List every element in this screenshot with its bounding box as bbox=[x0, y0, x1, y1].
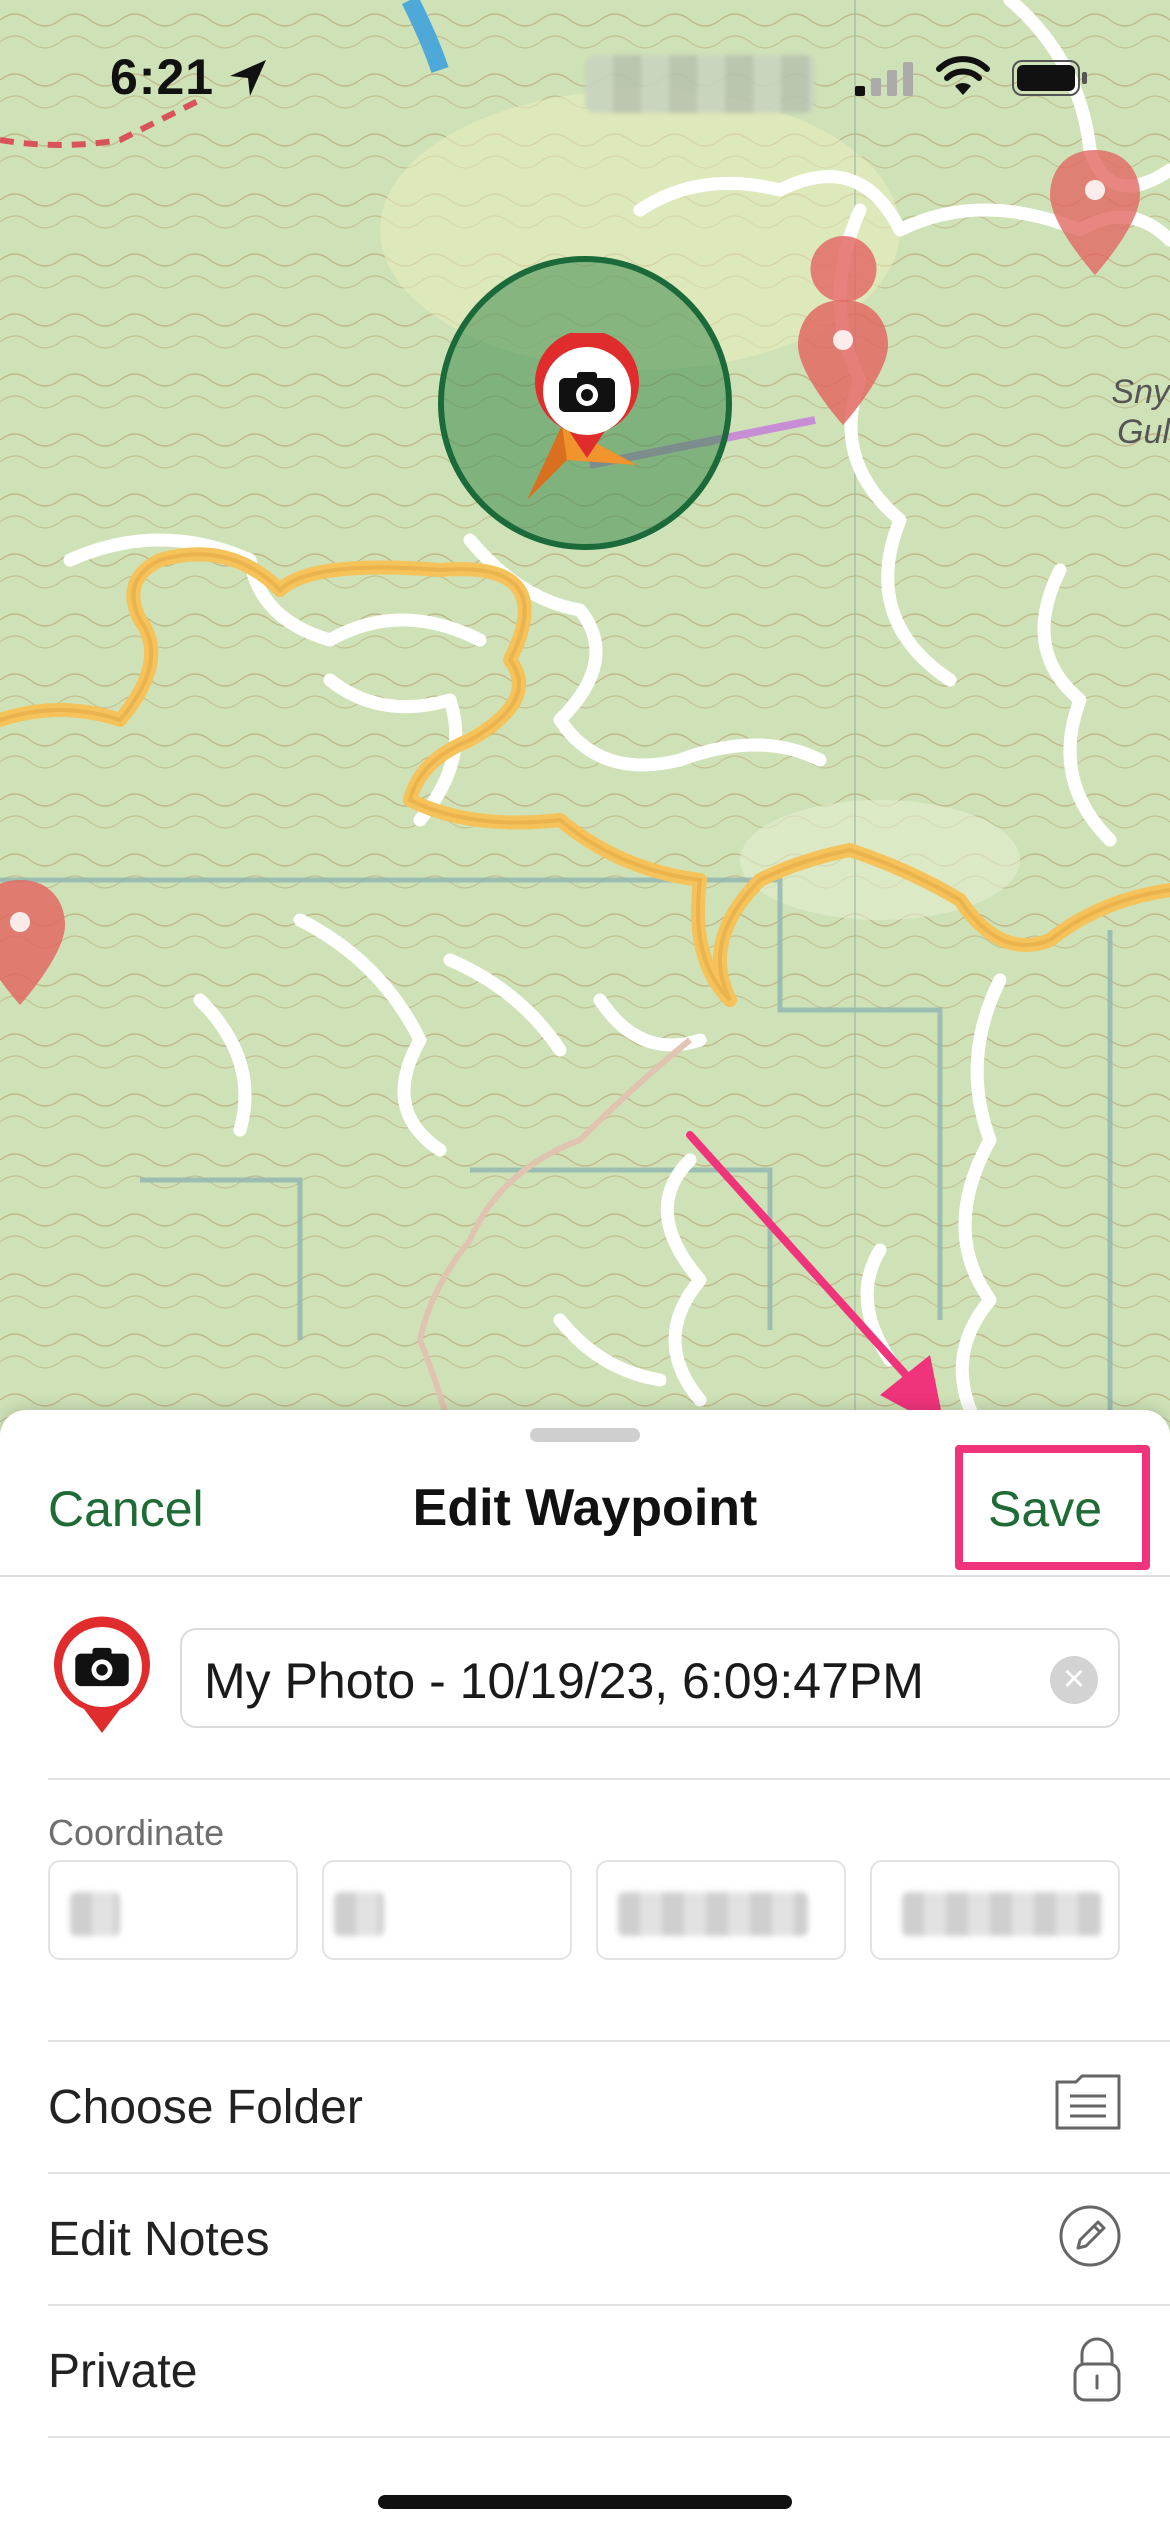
row-label: Edit Notes bbox=[48, 2213, 270, 2266]
coordinate-field[interactable] bbox=[48, 1860, 298, 1960]
coordinate-blurred-value bbox=[902, 1892, 1102, 1936]
topo-map bbox=[0, 0, 1170, 1430]
map-label-line: Gul bbox=[1117, 413, 1170, 451]
cancel-button[interactable]: Cancel bbox=[48, 1480, 204, 1538]
waypoint-name-input[interactable]: My Photo - 10/19/23, 6:09:47PM × bbox=[180, 1628, 1120, 1728]
signal-icon bbox=[855, 62, 913, 96]
lock-icon bbox=[1073, 2337, 1121, 2402]
folder-icon bbox=[1055, 2074, 1121, 2130]
coordinate-label: Coordinate bbox=[48, 1812, 225, 1853]
waypoint-name-value: My Photo - 10/19/23, 6:09:47PM bbox=[204, 1653, 924, 1709]
battery-icon bbox=[1012, 60, 1087, 96]
map-photo-waypoint[interactable] bbox=[527, 333, 647, 463]
carrier-blurred bbox=[585, 55, 815, 113]
pencil-icon bbox=[1059, 2205, 1121, 2267]
row-label: Choose Folder bbox=[48, 2081, 363, 2134]
row-divider bbox=[48, 2436, 1170, 2438]
edit-notes-row[interactable]: Edit Notes bbox=[48, 2174, 1122, 2302]
nav-divider bbox=[0, 1575, 1170, 1577]
section-divider bbox=[48, 1778, 1170, 1780]
map-view[interactable]: Sny Gul bbox=[0, 0, 1170, 1430]
location-arrow-icon bbox=[230, 60, 266, 96]
clear-text-icon[interactable]: × bbox=[1050, 1656, 1098, 1704]
status-bar: 6:21 bbox=[0, 0, 1170, 150]
coordinate-blurred-value bbox=[618, 1892, 808, 1936]
map-pin bbox=[810, 236, 877, 302]
coordinate-field[interactable] bbox=[322, 1860, 572, 1960]
map-label-line: Sny bbox=[1111, 373, 1170, 411]
choose-folder-row[interactable]: Choose Folder bbox=[48, 2042, 1122, 2170]
status-time: 6:21 bbox=[110, 49, 215, 105]
coordinate-blurred-value bbox=[334, 1892, 384, 1936]
home-indicator[interactable] bbox=[378, 2495, 792, 2509]
row-label: Private bbox=[48, 2345, 198, 2398]
coordinate-field[interactable] bbox=[870, 1860, 1120, 1960]
save-button[interactable]: Save bbox=[988, 1480, 1102, 1538]
camera-icon bbox=[75, 1647, 129, 1687]
private-row[interactable]: Private bbox=[48, 2306, 1122, 2434]
sheet-grabber[interactable] bbox=[530, 1428, 640, 1442]
camera-icon bbox=[559, 372, 615, 412]
edit-waypoint-sheet: Cancel Edit Waypoint Save My Photo - 10/… bbox=[0, 1410, 1170, 2532]
wifi-icon bbox=[936, 56, 990, 95]
map-place-label: Sny Gul bbox=[1100, 372, 1170, 452]
coordinate-field[interactable] bbox=[596, 1860, 846, 1960]
coordinate-blurred-value bbox=[70, 1892, 120, 1936]
waypoint-symbol-button[interactable] bbox=[50, 1615, 154, 1740]
